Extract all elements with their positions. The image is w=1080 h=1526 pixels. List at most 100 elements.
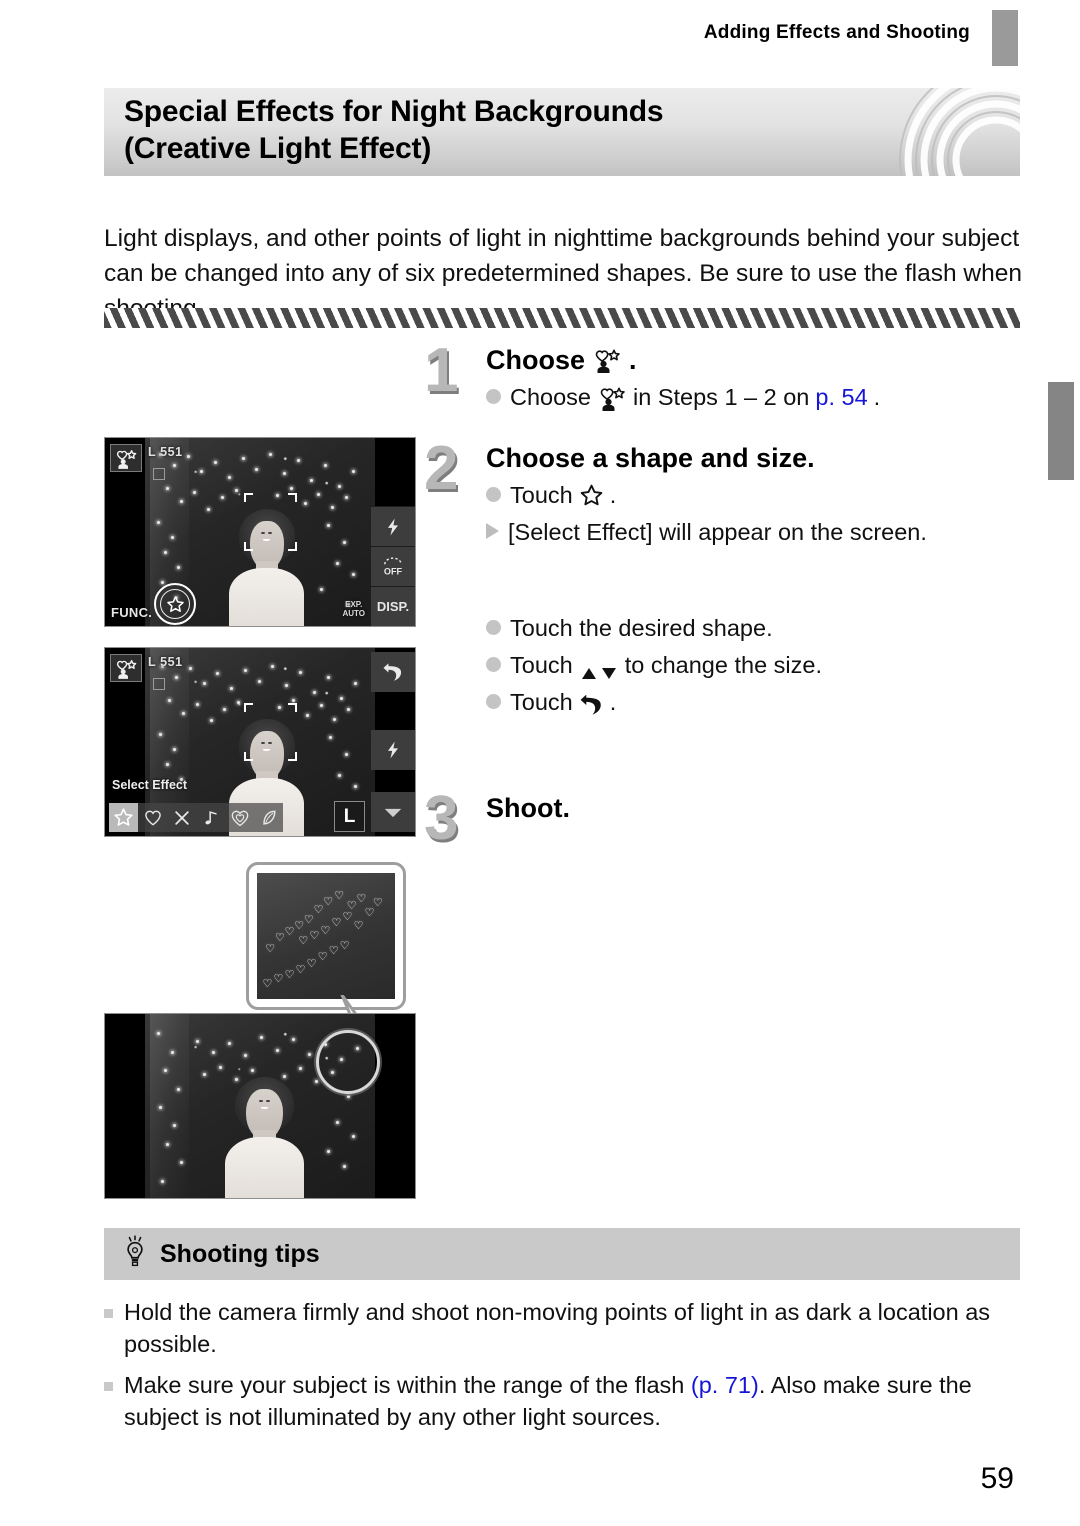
func-star-button-highlight[interactable] bbox=[154, 583, 196, 625]
subject-person bbox=[223, 1076, 306, 1198]
step-2-sub-3-text: Touch the desired shape. bbox=[510, 614, 773, 641]
step-3-number: 3 bbox=[424, 784, 459, 854]
page-title-line-2: (Creative Light Effect) bbox=[124, 131, 432, 165]
mode-badge-creative-light-effect[interactable] bbox=[110, 444, 142, 472]
effect-music-note-shape[interactable] bbox=[196, 803, 225, 832]
step-2-heading-text: Choose a shape and size. bbox=[486, 442, 815, 473]
lightbulb-icon bbox=[122, 1234, 148, 1274]
page-reference-link-54[interactable]: p. 54 bbox=[815, 380, 867, 415]
layout-spacer bbox=[486, 553, 1024, 609]
magnified-bokeh-image: ♡ ♡ ♡ ♡ ♡ ♡ ♡ ♡ ♡ ♡ ♡ ♡ ♡ ♡ ♡ ♡ ♡ ♡ ♡ ♡ ♡ ♡ ♡ ♡ ♡ ♡ bbox=[257, 873, 395, 999]
step-2: 2 Choose a shape and size. Touch . [Sele… bbox=[424, 437, 1024, 721]
bullet-dot-icon bbox=[486, 656, 501, 672]
creative-light-effect-mode-icon bbox=[592, 347, 622, 374]
step-2-sub-1: Touch . bbox=[486, 478, 1024, 513]
step-2-heading: Choose a shape and size. bbox=[486, 442, 1024, 474]
shooting-tips-list: Hold the camera firmly and shoot non-mov… bbox=[104, 1296, 1034, 1442]
tip-item: Hold the camera firmly and shoot non-mov… bbox=[104, 1296, 1034, 1361]
bullet-dot-icon bbox=[486, 694, 501, 710]
bullet-dot-icon bbox=[486, 389, 501, 405]
self-timer-button[interactable]: OFF bbox=[371, 546, 415, 586]
step-2-sub-2: [Select Effect] will appear on the scree… bbox=[486, 515, 1024, 550]
page-title-line-1: Special Effects for Night Backgrounds bbox=[124, 95, 664, 128]
torso bbox=[224, 1137, 305, 1198]
effect-size-indicator[interactable]: L bbox=[334, 801, 365, 832]
hatched-divider bbox=[104, 308, 1020, 328]
af-face-frame bbox=[243, 702, 297, 761]
svg-text:OFF: OFF bbox=[384, 566, 403, 576]
bullet-dot-icon bbox=[486, 619, 501, 635]
right-button-column bbox=[371, 648, 415, 836]
page-title: Special Effects for Night Backgrounds (C… bbox=[104, 88, 1020, 167]
step-2-sub-1-pre: Touch bbox=[510, 482, 573, 509]
effect-heart-shape[interactable] bbox=[138, 803, 167, 832]
back-button[interactable] bbox=[371, 652, 415, 692]
osd-quality-and-shots: L 551 bbox=[148, 445, 183, 459]
step-2-sub-5-post: . bbox=[609, 689, 617, 716]
camera-screen-shooting: L 551 FUNC. EXP. AUTO OFF DISP. bbox=[104, 437, 416, 627]
bullet-square-icon bbox=[104, 1309, 113, 1318]
steps-column: 1 Choose . Choose in Steps 1 – 2 on p. 5… bbox=[424, 340, 1024, 850]
step-2-sub-5: Touch . bbox=[486, 685, 1024, 720]
eye-right bbox=[266, 1099, 270, 1102]
step-2-sub-4: Touch to change the size. bbox=[486, 648, 1024, 683]
osd-mini-icon bbox=[153, 468, 165, 480]
page-reference-link-71[interactable]: (p. 71) bbox=[691, 1372, 759, 1398]
tip-item: Make sure your subject is within the ran… bbox=[104, 1369, 1034, 1434]
osd-quality-and-shots: L 551 bbox=[148, 655, 183, 669]
chapter-tab-marker-top bbox=[992, 10, 1018, 66]
down-arrow-icon bbox=[384, 808, 402, 817]
af-face-frame bbox=[243, 492, 297, 551]
tip-2-text-pre: Make sure your subject is within the ran… bbox=[124, 1371, 685, 1398]
osd-auto-label: AUTO bbox=[342, 608, 365, 618]
running-head-text: Adding Effects and Shooting bbox=[703, 22, 970, 43]
select-effect-label: Select Effect bbox=[112, 778, 188, 792]
star-icon bbox=[579, 483, 604, 508]
disp-button[interactable]: DISP. bbox=[371, 586, 415, 626]
step-2-sub-2-text: [Select Effect] will appear on the scree… bbox=[508, 519, 927, 546]
mode-badge-creative-light-effect[interactable] bbox=[110, 654, 142, 682]
shooting-tips-header: Shooting tips bbox=[104, 1228, 1020, 1280]
torso bbox=[229, 567, 305, 626]
self-timer-off-icon: OFF bbox=[384, 556, 403, 576]
flash-button[interactable] bbox=[371, 730, 415, 770]
page-number: 59 bbox=[980, 1462, 1014, 1495]
step-2-sub-4-pre: Touch bbox=[510, 651, 573, 678]
triangle-result-icon bbox=[486, 523, 499, 540]
mouth bbox=[260, 1107, 269, 1110]
step-2-number: 2 bbox=[424, 433, 459, 503]
section-title-band: Special Effects for Night Backgrounds (C… bbox=[104, 88, 1020, 176]
step-1-sub-1: Choose in Steps 1 – 2 on p. 54. bbox=[486, 380, 1024, 415]
step-1-sub-1-post: . bbox=[873, 384, 881, 411]
chapter-tab-marker-side bbox=[1048, 382, 1074, 480]
back-arrow-icon bbox=[579, 691, 604, 715]
osd-mini-icon bbox=[153, 678, 165, 690]
creative-light-effect-mode-icon bbox=[597, 385, 627, 412]
step-2-sub-4-mid: to change the size. bbox=[624, 651, 822, 678]
step-3-heading-text: Shoot. bbox=[486, 793, 570, 824]
step-3-heading: Shoot. bbox=[486, 792, 1024, 824]
magnified-heart-bokeh-callout: ♡ ♡ ♡ ♡ ♡ ♡ ♡ ♡ ♡ ♡ ♡ ♡ ♡ ♡ ♡ ♡ ♡ ♡ ♡ ♡ ♡ ♡ ♡ ♡ ♡ ♡ bbox=[246, 862, 406, 1010]
osd-top-info: L 551 bbox=[148, 445, 183, 459]
step-1-heading: Choose . bbox=[486, 344, 1024, 376]
bullet-square-icon bbox=[104, 1381, 113, 1391]
effect-double-heart-shape[interactable] bbox=[225, 803, 254, 832]
flash-icon bbox=[388, 741, 398, 759]
osd-top-info: L 551 bbox=[148, 655, 183, 669]
effect-cross-shape[interactable] bbox=[167, 803, 196, 832]
bullet-dot-icon bbox=[486, 487, 501, 503]
step-2-sub-3: Touch the desired shape. bbox=[486, 611, 1024, 646]
func-menu-label[interactable]: FUNC. bbox=[111, 605, 152, 620]
back-arrow-icon bbox=[383, 663, 402, 681]
flash-icon bbox=[388, 518, 398, 535]
step-1: 1 Choose . Choose in Steps 1 – 2 on p. 5… bbox=[424, 340, 1024, 416]
step-2-sub-1-post: . bbox=[609, 482, 617, 509]
down-button[interactable] bbox=[371, 792, 415, 832]
osd-exposure-auto: EXP. AUTO bbox=[342, 600, 365, 618]
step-1-sub-1-mid: in Steps 1 – 2 on bbox=[633, 384, 810, 411]
effect-leaf-shape[interactable] bbox=[254, 803, 283, 832]
magnifier-highlight-circle bbox=[316, 1030, 380, 1094]
effect-star-shape[interactable] bbox=[109, 803, 138, 832]
step-2-sub-5-pre: Touch bbox=[510, 689, 573, 716]
flash-button[interactable] bbox=[371, 506, 415, 546]
